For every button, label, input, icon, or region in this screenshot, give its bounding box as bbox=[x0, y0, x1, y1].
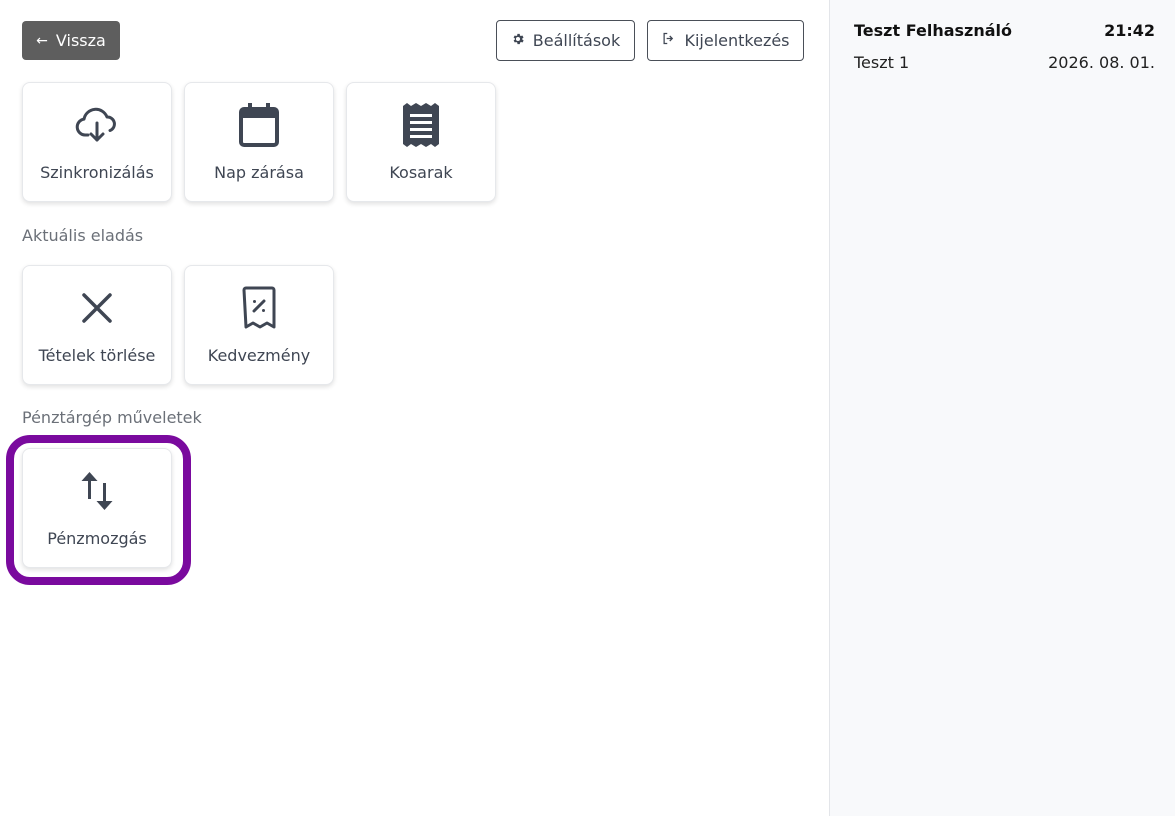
baskets-tile-label: Kosarak bbox=[389, 163, 453, 182]
cash-movement-tile-label: Pénzmozgás bbox=[47, 529, 147, 548]
arrow-left-icon: ← bbox=[36, 32, 48, 49]
cloud-download-icon bbox=[23, 101, 171, 149]
clock: 21:42 bbox=[1104, 21, 1155, 40]
close-day-tile-label: Nap zárása bbox=[214, 163, 304, 182]
receipt-list-icon bbox=[347, 101, 495, 149]
discount-tile[interactable]: Kedvezmény bbox=[184, 265, 334, 385]
baskets-tile[interactable]: Kosarak bbox=[346, 82, 496, 202]
discount-receipt-icon bbox=[185, 284, 333, 332]
section-heading-register-ops: Pénztárgép műveletek bbox=[22, 408, 202, 427]
settings-button-label: Beállítások bbox=[532, 31, 621, 50]
terminal-name: Teszt 1 bbox=[854, 53, 910, 72]
sidebar: Teszt Felhasználó 21:42 Teszt 1 2026. 08… bbox=[829, 0, 1175, 816]
close-day-tile[interactable]: Nap zárása bbox=[184, 82, 334, 202]
sync-tile-label: Szinkronizálás bbox=[40, 163, 154, 182]
main-panel: ← Vissza Beállítások Kijelentkezés Szink… bbox=[0, 0, 829, 816]
close-icon bbox=[23, 284, 171, 332]
sync-tile[interactable]: Szinkronizálás bbox=[22, 82, 172, 202]
back-button-label: Vissza bbox=[55, 31, 106, 50]
cash-movement-tile[interactable]: Pénzmozgás bbox=[22, 448, 172, 568]
delete-items-tile-label: Tételek törlése bbox=[38, 346, 156, 365]
gear-icon bbox=[511, 31, 525, 50]
logout-icon bbox=[661, 31, 676, 50]
date: 2026. 08. 01. bbox=[1048, 53, 1155, 72]
back-button[interactable]: ← Vissza bbox=[22, 21, 120, 60]
logout-button-label: Kijelentkezés bbox=[684, 31, 790, 50]
calendar-icon bbox=[185, 101, 333, 149]
delete-items-tile[interactable]: Tételek törlése bbox=[22, 265, 172, 385]
user-name: Teszt Felhasználó bbox=[854, 21, 1012, 40]
section-heading-current-sale: Aktuális eladás bbox=[22, 226, 144, 245]
settings-button[interactable]: Beállítások bbox=[496, 20, 635, 61]
discount-tile-label: Kedvezmény bbox=[207, 346, 311, 365]
logout-button[interactable]: Kijelentkezés bbox=[647, 20, 804, 61]
swap-vertical-icon bbox=[23, 467, 171, 515]
